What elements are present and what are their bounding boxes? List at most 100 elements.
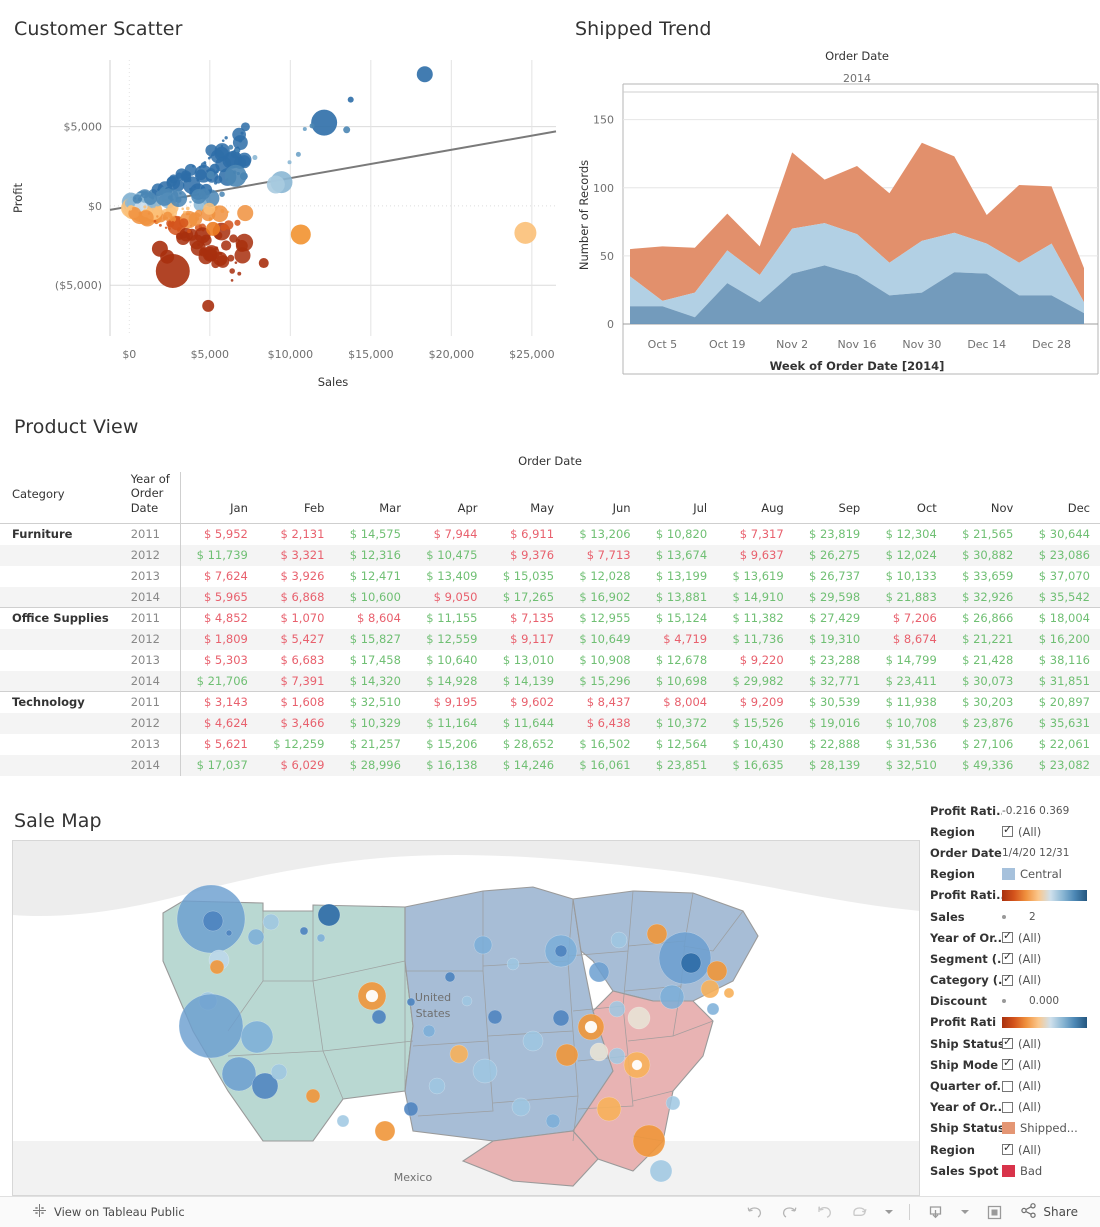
legend-row-10[interactable]: Profit Rati [930,1012,1100,1033]
cell-value[interactable]: $ 15,124 [640,607,718,629]
legend-control[interactable]: (All) [1002,973,1100,987]
cell-value[interactable]: $ 4,719 [640,628,718,650]
legend-control[interactable]: (All) [1002,1100,1100,1114]
cell-value[interactable]: $ 12,955 [564,607,641,629]
table-row[interactable]: Furniture 2011 $ 5,952 $ 2,131 $ 14,575 $ 7,9… [0,523,1100,545]
cell-value[interactable]: $ 26,866 [946,607,1024,629]
legend-row-6[interactable]: Year of Or... (All) [930,927,1100,948]
cell-value[interactable]: $ 10,708 [870,712,947,734]
header-month-jun[interactable]: Jun [564,472,641,524]
cell-value[interactable]: $ 21,428 [947,650,1024,671]
cell-value[interactable]: $ 37,070 [1023,566,1100,587]
cell-value[interactable]: $ 16,200 [1023,628,1100,650]
cell-year[interactable]: 2012 [118,628,181,650]
cell-category[interactable]: Furniture [0,524,119,545]
legend-control[interactable] [1002,1016,1100,1028]
cell-value[interactable]: $ 12,471 [334,566,411,587]
cell-value[interactable]: $ 13,619 [717,566,794,587]
table-row[interactable]: Office Supplies 2011 $ 4,852 $ 1,070 $ 8,604… [0,607,1100,629]
header-month-aug[interactable]: Aug [717,472,794,524]
download-dropdown-caret-icon[interactable] [961,1210,970,1214]
cell-value[interactable]: $ 23,411 [870,670,947,692]
legend-row-7[interactable]: Segment (... (All) [930,948,1100,969]
cell-value[interactable]: $ 3,926 [258,566,335,587]
checkbox-unchecked-icon[interactable] [1002,1080,1013,1092]
customer-scatter-chart[interactable]: $5,000 $0 ($5,000) $0 $5,000 $10,000 $15,000 $2… [0,46,566,400]
refresh-dropdown-caret-icon[interactable] [885,1210,894,1214]
table-row[interactable]: 2012 $ 4,624 $ 3,466 $ 10,329 $ 11,164 $ 11,6… [0,712,1100,734]
cell-value[interactable]: $ 30,882 [946,544,1024,566]
cell-value[interactable]: $ 23,851 [640,754,718,776]
legend-row-17[interactable]: Sales Spot Bad [930,1160,1100,1181]
legend-control[interactable]: (All) [1002,825,1100,839]
cell-value[interactable]: $ 30,203 [946,691,1024,713]
cell-value[interactable]: $ 12,304 [870,524,947,545]
color-swatch[interactable] [1002,868,1015,881]
cell-value[interactable]: $ 1,070 [257,607,335,629]
legend-row-3[interactable]: Region Central [930,864,1100,885]
header-month-dec[interactable]: Dec [1023,472,1100,524]
cell-value[interactable]: $ 5,427 [257,628,335,650]
header-month-sep[interactable]: Sep [794,472,871,524]
cell-category[interactable] [0,650,119,671]
cell-value[interactable]: $ 12,259 [258,734,335,755]
table-row[interactable]: 2014 $ 5,965 $ 6,868 $ 10,600 $ 9,050 $ 17,26… [0,586,1100,608]
cell-category[interactable] [0,628,119,650]
table-row[interactable]: 2012 $ 11,739 $ 3,321 $ 12,316 $ 10,475 $ 9,3… [0,544,1100,566]
cell-value[interactable]: $ 18,004 [1023,607,1100,629]
cell-value[interactable]: $ 23,819 [794,524,871,545]
legend-row-9[interactable]: Discount 0.000 [930,991,1100,1012]
cell-year[interactable]: 2013 [119,566,181,587]
redo-icon[interactable] [780,1203,799,1222]
cell-year[interactable]: 2014 [118,754,181,776]
legend-control[interactable]: 2 [1002,911,1100,923]
cell-value[interactable]: $ 9,376 [487,544,565,566]
legend-control[interactable]: 1/4/20 12/31 [1002,847,1100,859]
map-svg[interactable]: United States Mexico [13,841,920,1196]
cell-value[interactable]: $ 7,624 [180,565,258,587]
legend-control[interactable]: (All) [1002,1037,1100,1051]
cell-value[interactable]: $ 23,082 [1023,754,1100,776]
cell-year[interactable]: 2012 [118,544,181,566]
shipped-trend-chart[interactable]: Order Date 2014 0 50 100 150 Oct 5 Oct 19 Nov 2 N… [570,46,1100,400]
cell-category[interactable]: Office Supplies [0,607,119,629]
legend-control[interactable]: (All) [1002,931,1100,945]
cell-value[interactable]: $ 27,429 [793,607,871,629]
cell-value[interactable]: $ 10,649 [564,628,641,650]
cell-value[interactable]: $ 13,199 [641,566,718,587]
cell-value[interactable]: $ 29,598 [793,586,871,608]
cell-value[interactable]: $ 12,559 [410,628,488,650]
legend-control[interactable]: Bad [1002,1164,1100,1178]
legend-control[interactable]: (All) [1002,1143,1100,1157]
header-month-jul[interactable]: Jul [641,472,718,524]
cell-value[interactable]: $ 11,155 [410,607,488,629]
cell-value[interactable]: $ 15,035 [488,566,565,587]
cell-value[interactable]: $ 7,135 [487,607,565,629]
legend-row-8[interactable]: Category (... (All) [930,970,1100,991]
cell-value[interactable]: $ 8,437 [564,691,641,713]
cell-value[interactable]: $ 13,206 [564,524,641,545]
header-category[interactable]: Category [0,472,119,524]
cell-value[interactable]: $ 38,116 [1023,650,1100,671]
product-view-table[interactable]: Category Year of Order Date Jan Feb Mar Apr… [0,472,1100,776]
undo-icon[interactable] [745,1203,764,1222]
refresh-icon[interactable] [850,1203,869,1222]
table-row[interactable]: 2014 $ 17,037 $ 6,029 $ 28,996 $ 16,138 $ 14,… [0,754,1100,776]
cell-value[interactable]: $ 27,106 [947,734,1024,755]
cell-value[interactable]: $ 35,631 [1023,712,1100,734]
cell-value[interactable]: $ 13,409 [411,566,488,587]
cell-value[interactable]: $ 7,317 [717,524,794,545]
cell-value[interactable]: $ 28,996 [334,754,411,776]
color-swatch[interactable] [1002,1122,1015,1135]
cell-value[interactable]: $ 17,037 [180,754,258,776]
legend-control[interactable]: (All) [1002,1079,1100,1093]
cell-value[interactable]: $ 16,902 [564,586,641,608]
cell-value[interactable]: $ 10,600 [334,586,411,608]
cell-value[interactable]: $ 14,575 [334,524,411,545]
cell-value[interactable]: $ 9,209 [717,691,794,713]
cell-year[interactable]: 2011 [119,524,181,545]
cell-value[interactable]: $ 32,510 [870,754,947,776]
cell-value[interactable]: $ 17,458 [334,650,411,671]
checkbox-checked-icon[interactable] [1002,973,1013,986]
cell-value[interactable]: $ 6,868 [257,586,335,608]
